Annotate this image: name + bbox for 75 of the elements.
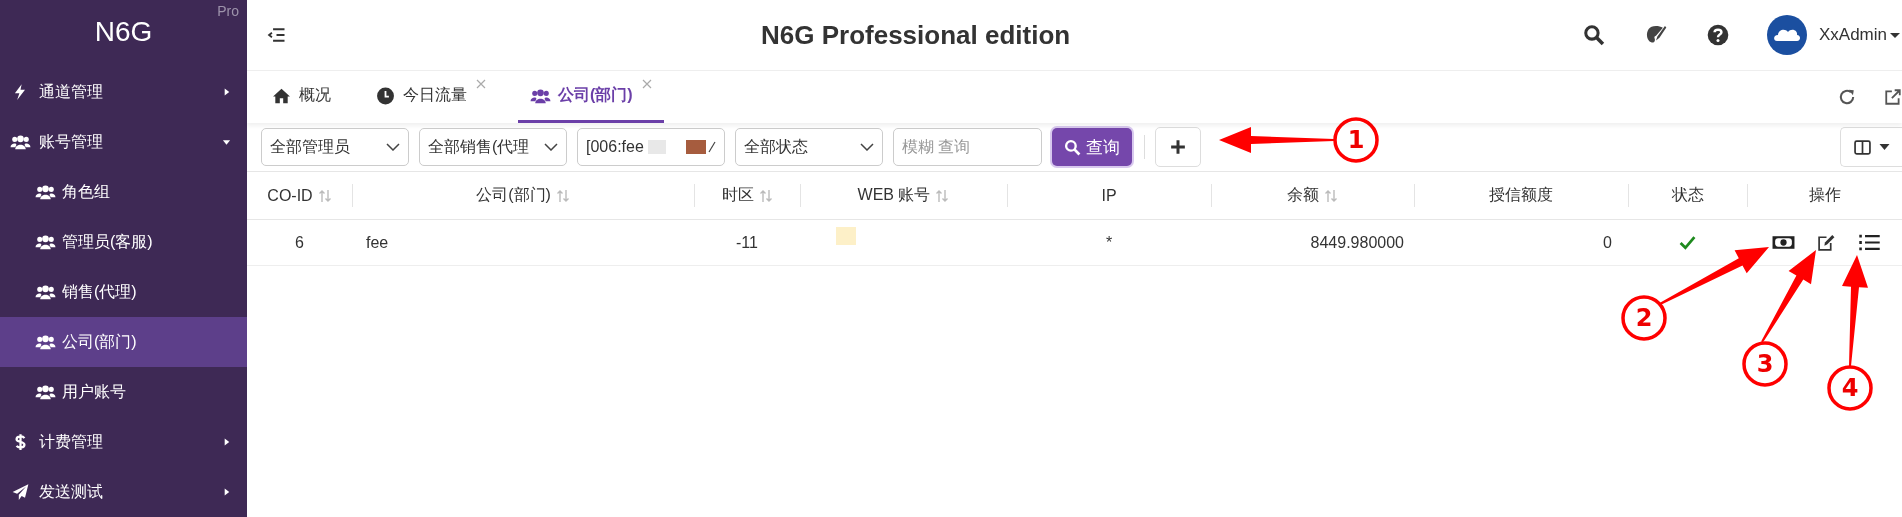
submenu-item[interactable]: 销售(代理) — [0, 267, 247, 317]
menu-item[interactable]: 通道管理 — [0, 67, 247, 117]
step-number: 1 — [1333, 117, 1379, 163]
column-header[interactable]: 授信额度 — [1414, 172, 1628, 219]
search-field[interactable]: 模糊 查询 — [893, 128, 1042, 166]
help-icon[interactable] — [1706, 24, 1729, 46]
clock-icon — [375, 86, 396, 105]
refresh-icon[interactable] — [1838, 88, 1856, 106]
users-icon — [35, 183, 56, 201]
menu-item[interactable]: 发送测试 — [0, 467, 247, 517]
columns-button[interactable] — [1840, 127, 1902, 167]
tab[interactable]: 今日流量 — [363, 71, 498, 123]
edition-label: Pro — [217, 3, 239, 19]
table-cell: fee — [366, 233, 389, 252]
submenu-item[interactable]: 管理员(客服) — [0, 217, 247, 267]
submenu-item[interactable]: 公司(部门) — [0, 317, 247, 367]
slash-icon — [708, 141, 716, 153]
users-icon — [35, 283, 56, 301]
page-title: N6G Professional edition — [761, 20, 1071, 51]
caret-right-icon — [222, 487, 231, 497]
table-cell: 8449.980000 — [1310, 233, 1404, 252]
caret-right-icon — [222, 87, 231, 97]
combo-field[interactable]: [006:fee — [577, 128, 725, 166]
step-number: 3 — [1742, 341, 1788, 387]
column-header[interactable]: WEB 账号 — [800, 172, 1007, 219]
column-header[interactable]: 余额 — [1211, 172, 1414, 219]
users-icon — [35, 383, 56, 401]
step-number: 4 — [1827, 365, 1873, 411]
column-header[interactable]: CO-ID — [247, 172, 352, 219]
column-header[interactable]: IP — [1007, 172, 1211, 219]
table-cell: 0 — [1603, 233, 1612, 252]
external-link-icon[interactable] — [1884, 88, 1902, 106]
columns-icon — [1853, 139, 1871, 155]
column-header[interactable]: 时区 — [694, 172, 800, 219]
user-menu[interactable]: XxAdmin — [1818, 25, 1887, 45]
banknote-icon[interactable] — [1772, 233, 1795, 252]
chevron-down-icon — [860, 143, 874, 151]
dropdown-field[interactable]: 全部销售(代理 — [419, 128, 567, 166]
home-icon — [271, 86, 292, 105]
users-icon — [35, 333, 56, 351]
dropdown-field[interactable]: 全部状态 — [735, 128, 883, 166]
chevron-down-icon — [386, 143, 400, 151]
caret-down-icon — [222, 137, 231, 147]
tab[interactable]: 公司(部门) — [518, 71, 664, 123]
tab[interactable]: 概况 — [259, 71, 343, 123]
column-header[interactable]: 操作 — [1747, 172, 1902, 219]
table-cell: 6 — [295, 233, 304, 252]
table-cell: -11 — [736, 233, 758, 252]
menu-icon[interactable] — [267, 27, 286, 43]
redaction-mark — [685, 140, 706, 154]
submenu-item[interactable]: 用户账号 — [0, 367, 247, 417]
users-icon — [530, 86, 551, 105]
caret-down-icon[interactable] — [1890, 30, 1900, 40]
list-icon[interactable] — [1858, 233, 1881, 252]
redaction-mark — [836, 226, 856, 245]
plus-icon — [1170, 139, 1186, 155]
menu-item[interactable]: 计费管理 — [0, 417, 247, 467]
search-button[interactable]: 查询 — [1052, 128, 1132, 166]
add-button[interactable] — [1155, 127, 1201, 167]
caret-down-icon — [1878, 142, 1890, 152]
users-icon — [35, 233, 56, 251]
search-icon[interactable] — [1582, 24, 1605, 46]
column-header[interactable]: 公司(部门) — [352, 172, 694, 219]
dropdown-field[interactable]: 全部管理员 — [261, 128, 409, 166]
step-number: 2 — [1621, 295, 1667, 341]
users-icon — [10, 133, 31, 151]
menu-item[interactable]: 账号管理 — [0, 117, 247, 167]
table-cell: * — [1105, 233, 1113, 252]
submenu-item[interactable]: 角色组 — [0, 167, 247, 217]
column-header[interactable]: 状态 — [1628, 172, 1747, 219]
chevron-down-icon — [544, 143, 558, 151]
logo: N6G — [94, 15, 153, 48]
avatar[interactable] — [1766, 15, 1807, 55]
search-icon — [1064, 138, 1081, 156]
caret-right-icon — [222, 437, 231, 447]
